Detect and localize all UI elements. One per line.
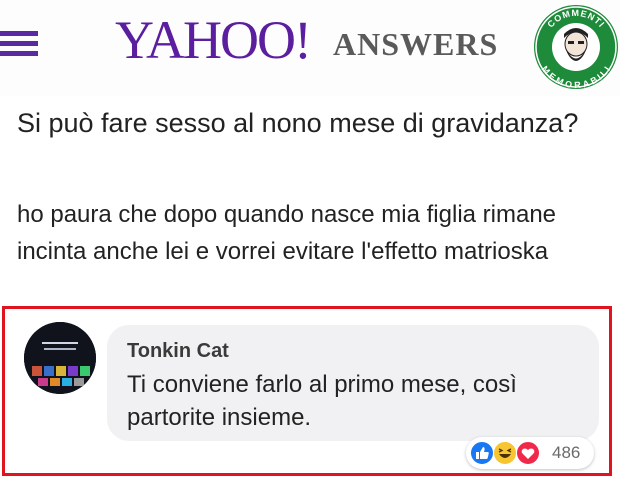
- reaction-count: 486: [552, 443, 581, 462]
- comment-text: Ti conviene farlo al primo mese, così pa…: [127, 371, 517, 431]
- reactions-summary[interactable]: 486: [466, 437, 594, 469]
- comment-author[interactable]: Tonkin Cat: [127, 339, 229, 363]
- hamburger-menu-icon[interactable]: [0, 25, 38, 61]
- haha-icon: [493, 441, 517, 465]
- question-body: ho paura che dopo quando nasce mia figli…: [17, 201, 557, 265]
- like-icon: [470, 441, 494, 465]
- app-header: YAHOO! ANSWERS COMMENTI MEMORABILI: [0, 0, 620, 96]
- avatar-image: [24, 322, 96, 394]
- question-title: Si può fare sesso al nono mese di gravid…: [17, 108, 579, 138]
- love-icon: [516, 441, 540, 465]
- commenti-memorabili-badge: COMMENTI MEMORABILI: [534, 5, 618, 90]
- avatar[interactable]: [24, 322, 96, 394]
- yahoo-logo[interactable]: YAHOO!: [115, 10, 312, 70]
- answers-logo: ANSWERS: [333, 26, 499, 62]
